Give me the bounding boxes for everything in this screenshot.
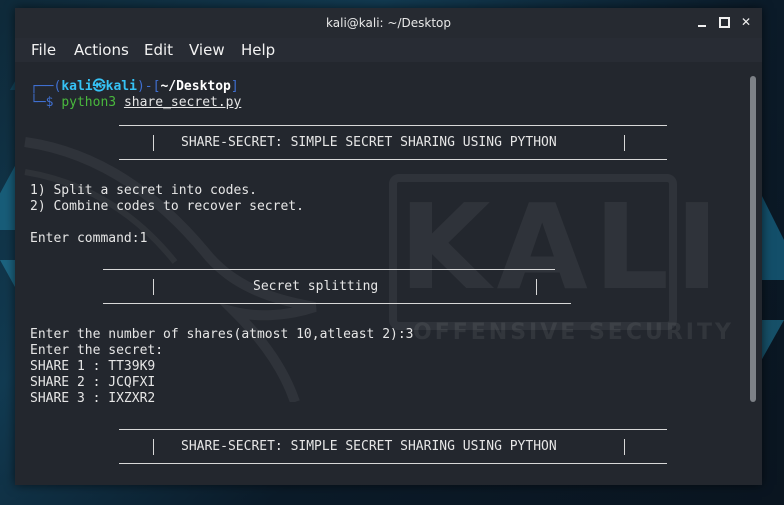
section-right-bar (536, 279, 537, 295)
banner2-top-rule (119, 429, 667, 430)
scrollbar-thumb[interactable] (750, 76, 756, 402)
section-bottom-rule (103, 303, 571, 304)
window-titlebar[interactable]: kali@kali: ~/Desktop ✕ (15, 8, 762, 38)
banner2-left-bar (153, 439, 154, 455)
option-split: 1) Split a secret into codes. (30, 183, 257, 198)
banner-title: SHARE-SECRET: SIMPLE SECRET SHARING USIN… (181, 135, 557, 150)
maximize-icon[interactable] (718, 16, 730, 28)
prompt-line-1: ┌──(kali㉿kali)-[~/Desktop] (30, 79, 239, 94)
menubar: File Actions Edit View Help (15, 38, 762, 62)
section-top-rule (103, 269, 555, 270)
window-title: kali@kali: ~/Desktop (326, 16, 451, 30)
terminal-window: kali@kali: ~/Desktop ✕ File Actions Edit… (15, 8, 762, 485)
terminal-output[interactable]: KALI OFFENSIVE SECURITY ┌──(kali㉿kali)-[… (15, 62, 746, 485)
menu-actions[interactable]: Actions (74, 41, 129, 59)
menu-file[interactable]: File (31, 41, 56, 59)
minimize-icon[interactable] (696, 16, 708, 28)
menu-view[interactable]: View (189, 41, 225, 59)
banner-right-bar (624, 135, 625, 151)
section-left-bar (153, 279, 154, 295)
banner2-bottom-rule (119, 463, 667, 464)
close-icon[interactable]: ✕ (740, 16, 752, 28)
share-2: SHARE 2 : JCQFXI (30, 375, 156, 390)
banner-left-bar (153, 135, 154, 151)
kali-watermark-tagline: OFFENSIVE SECURITY (413, 320, 734, 345)
banner2-title: SHARE-SECRET: SIMPLE SECRET SHARING USIN… (181, 439, 557, 454)
share-3: SHARE 3 : IXZXR2 (30, 391, 156, 406)
menu-edit[interactable]: Edit (144, 41, 173, 59)
share-1: SHARE 1 : TT39K9 (30, 359, 156, 374)
option-combine: 2) Combine codes to recover secret. (30, 199, 304, 214)
prompt-line-2: └─$ python3 share_secret.py (30, 95, 242, 110)
banner-top-rule (119, 125, 667, 126)
banner-bottom-rule (119, 159, 667, 160)
section-title: Secret splitting (253, 279, 379, 294)
shares-prompt: Enter the number of shares(atmost 10,atl… (30, 327, 414, 342)
secret-prompt: Enter the secret: (30, 343, 164, 358)
terminal-scrollbar[interactable] (746, 62, 762, 485)
menu-help[interactable]: Help (241, 41, 275, 59)
banner2-right-bar (624, 439, 625, 455)
kali-watermark-text: KALI (399, 178, 725, 316)
enter-command-line: Enter command:1 (30, 231, 148, 246)
